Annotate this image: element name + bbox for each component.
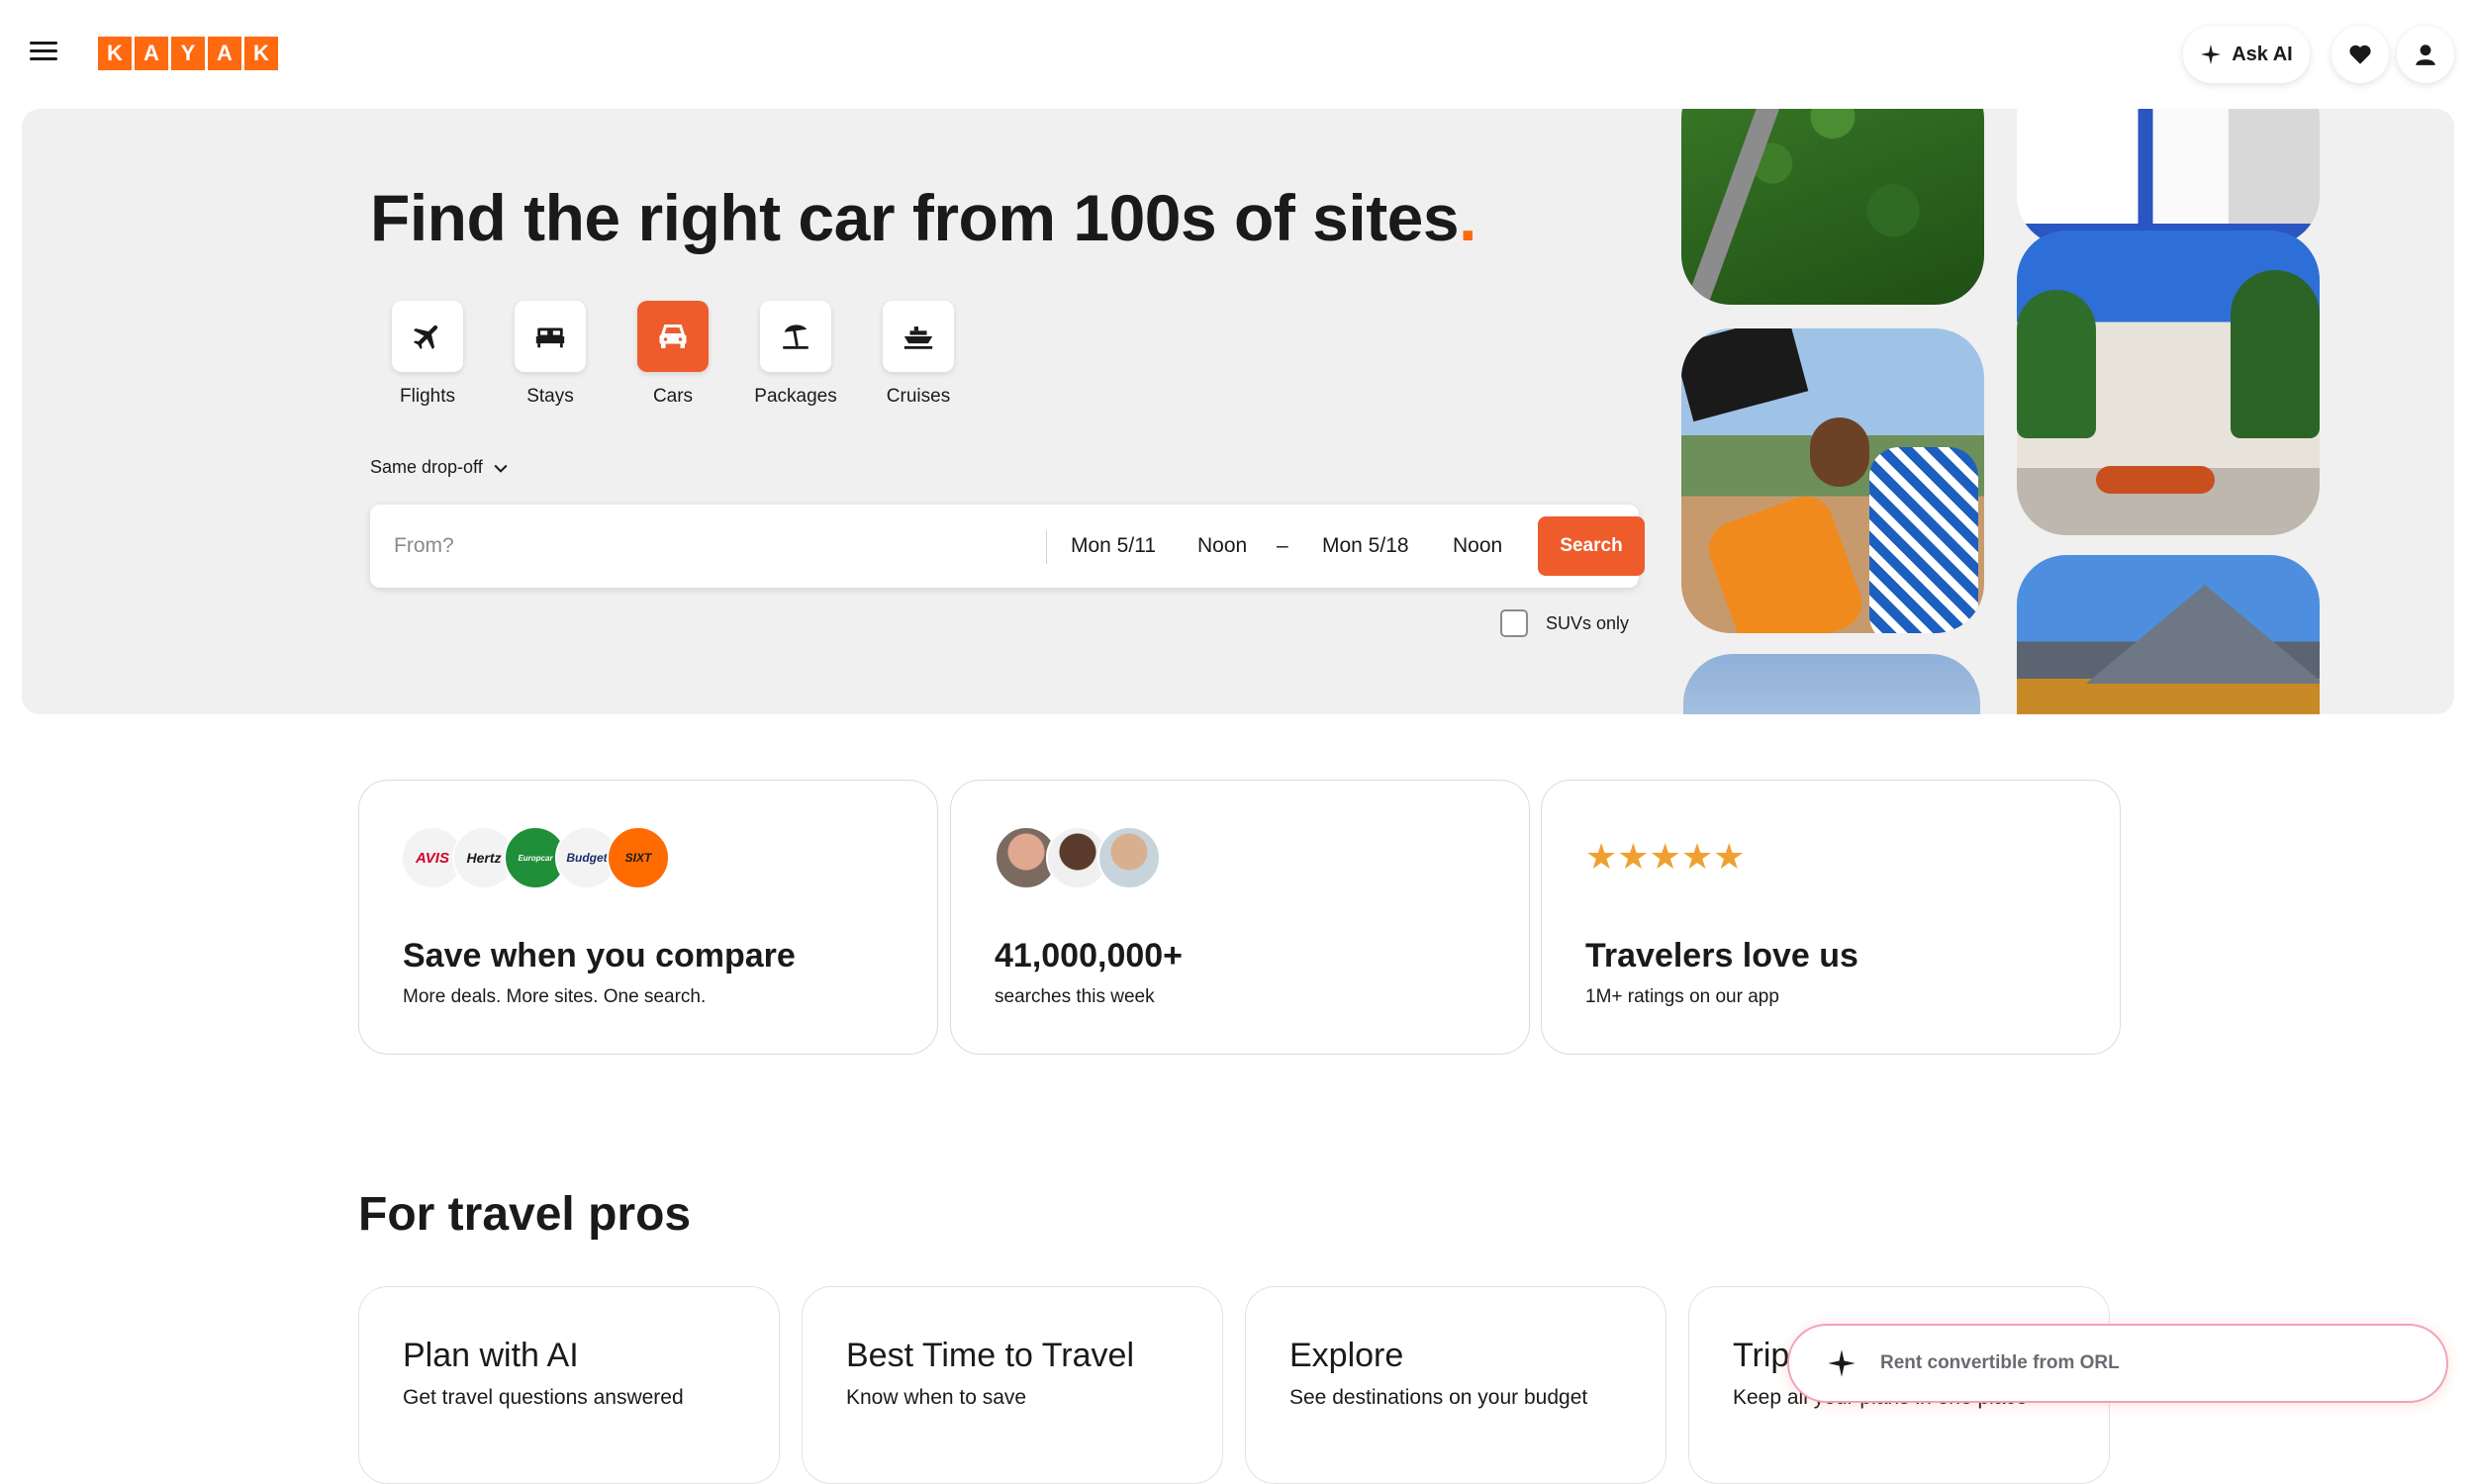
beach-umbrella-icon	[783, 325, 809, 349]
hero-section: Find the right car from 100s of sites. F…	[22, 109, 2454, 714]
ai-prompt-suggestion[interactable]: Rent convertible from ORL	[1787, 1324, 2448, 1403]
ai-prompt-text: Rent convertible from ORL	[1880, 1352, 2120, 1373]
street-houses-image	[2017, 109, 2320, 245]
tab-label: Packages	[754, 386, 837, 407]
card-title: 41,000,000+	[995, 937, 1184, 974]
chevron-down-icon	[494, 464, 508, 473]
dropoff-dropdown[interactable]: Same drop-off	[370, 457, 511, 478]
logo-letter: Y	[171, 37, 205, 70]
forest-road-image	[1681, 109, 1984, 305]
divider	[1046, 530, 1047, 564]
card-subtitle: searches this week	[995, 986, 1155, 1007]
logo-letter: K	[98, 37, 132, 70]
kayak-logo[interactable]: K A Y A K	[98, 37, 278, 70]
logo-letter: A	[135, 37, 168, 70]
logo-letter: K	[244, 37, 278, 70]
car-icon	[659, 325, 687, 348]
user-avatars	[995, 826, 1161, 889]
date-separator: –	[1277, 534, 1288, 557]
partner-logos: AVIS Hertz Europcar Budget SIXT	[401, 826, 670, 889]
ship-icon	[904, 326, 933, 349]
tab-cars[interactable]: Cars	[637, 301, 709, 408]
card-title: Explore	[1289, 1337, 1404, 1374]
tab-stays[interactable]: Stays	[515, 301, 586, 408]
dropoff-date[interactable]: Mon 5/18	[1322, 534, 1409, 558]
tab-label: Stays	[526, 386, 574, 407]
tab-label: Cruises	[886, 386, 951, 407]
pickup-time[interactable]: Noon	[1197, 534, 1247, 558]
searches-card: 41,000,000+ searches this week	[950, 780, 1530, 1055]
tab-packages[interactable]: Packages	[754, 301, 837, 408]
bed-icon	[535, 327, 565, 348]
checkbox-box[interactable]	[1500, 609, 1528, 637]
dropoff-label: Same drop-off	[370, 457, 483, 477]
suvs-only-label: SUVs only	[1546, 612, 1630, 633]
tab-cruises[interactable]: Cruises	[883, 301, 954, 408]
sparkle-icon	[1828, 1349, 1856, 1377]
car-search-form: Mon 5/11 Noon – Mon 5/18 Noon Search	[370, 505, 1645, 588]
section-title: For travel pros	[358, 1188, 692, 1241]
airplane-icon	[413, 325, 438, 350]
pickup-location-input[interactable]	[370, 505, 1023, 588]
best-time-card[interactable]: Best Time to Travel Know when to save	[802, 1286, 1223, 1484]
sixt-logo: SIXT	[607, 826, 670, 889]
sky-image	[1683, 654, 1980, 714]
hamburger-menu-icon[interactable]	[30, 38, 63, 71]
account-button[interactable]	[2397, 26, 2454, 83]
favorites-button[interactable]	[2331, 26, 2389, 83]
card-title: Save when you compare	[403, 937, 796, 974]
card-subtitle: Get travel questions answered	[403, 1386, 684, 1409]
heart-icon	[2349, 45, 2371, 64]
search-button[interactable]: Search	[1538, 516, 1645, 576]
star-rating-icon: ★★★★★	[1585, 836, 1746, 877]
card-subtitle: More deals. More sites. One search.	[403, 986, 707, 1007]
explore-card[interactable]: Explore See destinations on your budget	[1245, 1286, 1666, 1484]
top-header: K A Y A K Ask AI	[0, 0, 2474, 107]
mountain-road-image	[2017, 555, 2320, 714]
tab-flights[interactable]: Flights	[392, 301, 463, 408]
ratings-card: ★★★★★ Travelers love us 1M+ ratings on o…	[1541, 780, 2121, 1055]
compare-card: AVIS Hertz Europcar Budget SIXT Save whe…	[358, 780, 938, 1055]
ask-ai-button[interactable]: Ask AI	[2183, 26, 2310, 83]
vertical-tabs: Flights Stays Cars Packages Cruises	[392, 301, 954, 408]
avatar	[1097, 826, 1161, 889]
card-subtitle: See destinations on your budget	[1289, 1386, 1588, 1409]
card-title: Plan with AI	[403, 1337, 579, 1374]
card-subtitle: Know when to save	[846, 1386, 1027, 1409]
logo-letter: A	[208, 37, 241, 70]
dropoff-time[interactable]: Noon	[1453, 534, 1502, 558]
sparkle-icon	[2201, 44, 2222, 65]
card-title: Travelers love us	[1585, 937, 1858, 974]
tab-label: Cars	[652, 386, 694, 407]
pickup-date[interactable]: Mon 5/11	[1071, 534, 1156, 558]
ask-ai-label: Ask AI	[2232, 43, 2293, 65]
plan-with-ai-card[interactable]: Plan with AI Get travel questions answer…	[358, 1286, 780, 1484]
person-icon	[2416, 45, 2435, 65]
suvs-only-checkbox[interactable]: SUVs only	[1500, 609, 1629, 637]
card-title: Best Time to Travel	[846, 1337, 1134, 1374]
card-subtitle: 1M+ ratings on our app	[1585, 986, 1779, 1007]
travelers-with-luggage-image	[1681, 328, 1984, 633]
hotel-with-car-image	[2017, 231, 2320, 535]
tab-label: Flights	[400, 386, 455, 407]
page-title: Find the right car from 100s of sites.	[370, 181, 1476, 254]
